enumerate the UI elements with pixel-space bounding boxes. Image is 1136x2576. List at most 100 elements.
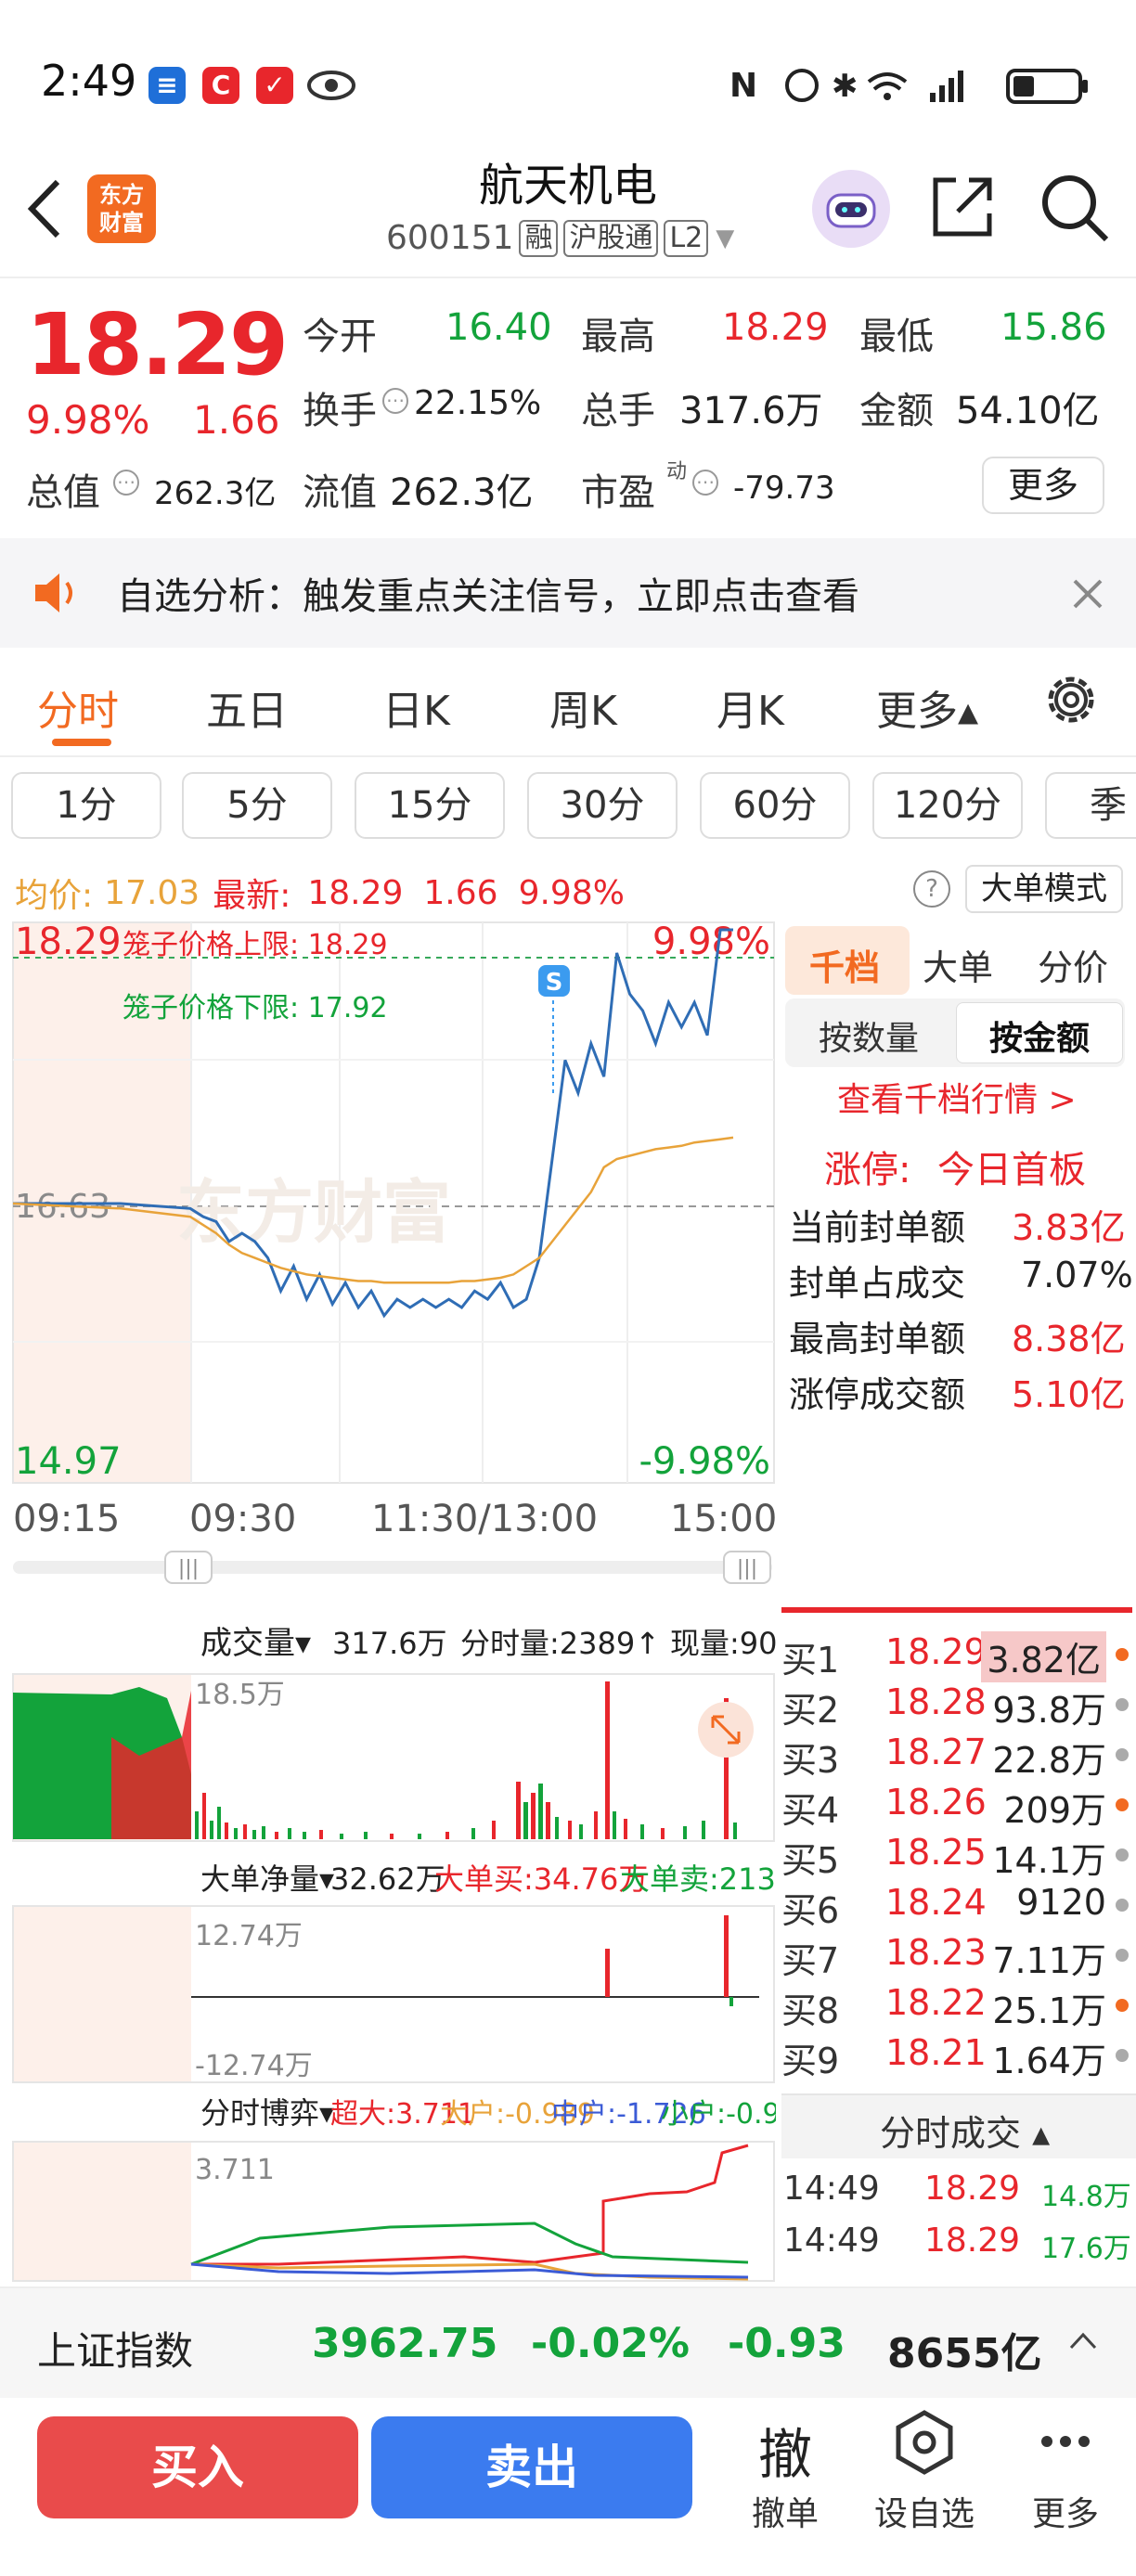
bid-level: 买3 [781, 1740, 840, 1781]
y-bottom-pct-label: -9.98% [639, 1440, 770, 1483]
bid-price: 18.29 [885, 1631, 987, 1672]
bid-volume: 22.8万 [992, 1740, 1106, 1781]
eye-icon [307, 71, 355, 100]
alert-text[interactable]: 自选分析：触发重点关注信号，立即点击查看 [117, 566, 859, 620]
app-checkmark-icon: ✓ [256, 67, 293, 104]
tick-volume: 17.6万 [1041, 2233, 1131, 2265]
high-label: 最高 [581, 316, 655, 358]
interval-120min-button[interactable]: 120分 [872, 772, 1023, 839]
watermark: 东方财富 [176, 1173, 451, 1253]
interval-quarterly-button[interactable]: 季K [1045, 772, 1136, 839]
bid-row[interactable]: 买6 18.24 9120 [781, 1882, 1132, 1932]
bid-row[interactable]: 买7 18.23 7.11万 [781, 1932, 1132, 1982]
y-bottom-label: 14.97 [15, 1440, 122, 1483]
big-order-mode-button[interactable]: 大单模式 [965, 865, 1123, 913]
by-quantity-option[interactable]: 按数量 [819, 1011, 919, 1060]
info-icon[interactable]: ⋯ [113, 470, 139, 496]
assistant-robot-icon[interactable] [809, 167, 893, 251]
tab-monthly-k[interactable]: 月K [716, 677, 784, 737]
bid-level: 买7 [781, 1940, 840, 1981]
ticks-header[interactable]: 分时成交 ▴ [880, 2105, 1050, 2156]
bid-row[interactable]: 买9 18.21 1.64万 [781, 2032, 1132, 2082]
search-icon[interactable] [1038, 171, 1112, 245]
more-dots-icon[interactable] [1039, 2428, 1091, 2455]
bid-level: 买1 [781, 1640, 840, 1681]
volume-value: 317.6万 [679, 390, 823, 432]
bid-dot [1116, 1748, 1129, 1761]
speaker-icon [35, 573, 72, 612]
share-icon[interactable] [928, 173, 997, 241]
bid-dot [1116, 1949, 1129, 1962]
bid-volume: 93.8万 [992, 1690, 1106, 1731]
amount-label: 金额 [859, 390, 934, 432]
game-selector[interactable]: 分时博弈▾ [200, 2095, 334, 2131]
big-order-net-value: 32.62万 [330, 1861, 445, 1897]
tab-price-distribution[interactable]: 分价 [1038, 939, 1108, 990]
bid-dot [1116, 1899, 1129, 1912]
watchlist-button[interactable]: 设自选 [869, 2487, 980, 2535]
index-name: 上证指数 [37, 2328, 194, 2374]
tab-five-day[interactable]: 五日 [206, 677, 288, 737]
big-order-spike [605, 1949, 610, 1997]
withdraw-icon[interactable]: 撤 [744, 2411, 826, 2489]
interval-15min-button[interactable]: 15分 [355, 772, 505, 839]
interval-1min-button[interactable]: 1分 [11, 772, 161, 839]
buy-button[interactable]: 买入 [37, 2416, 358, 2518]
limit-up-label: 涨停: [824, 1149, 911, 1191]
volume-selector[interactable]: 成交量▾ [200, 1625, 311, 1662]
active-tab-indicator [52, 739, 111, 746]
by-amount-option[interactable]: 按金额 [989, 1011, 1090, 1060]
close-icon[interactable] [1069, 575, 1106, 612]
index-bar[interactable]: 上证指数 3962.75 -0.02% -0.93 8655亿 [0, 2286, 1136, 2398]
bid-section-divider [781, 1607, 1132, 1613]
watchlist-icon[interactable] [891, 2409, 958, 2476]
more-quote-button[interactable]: 更多 [982, 457, 1104, 514]
tab-more[interactable]: 更多▴ [876, 677, 978, 737]
stock-code: 600151 [386, 219, 514, 257]
interval-30min-button[interactable]: 30分 [527, 772, 678, 839]
settings-gear-icon[interactable] [1041, 670, 1101, 729]
bid-dot [1116, 1999, 1129, 2012]
change-pct: 9.98% [26, 397, 150, 443]
info-icon[interactable]: ⋯ [692, 470, 718, 496]
bid-volume: 7.11万 [992, 1940, 1106, 1981]
bid-row[interactable]: 买4 18.26 209万 [781, 1782, 1132, 1832]
bid-row[interactable]: 买1 18.29 3.82亿 [781, 1631, 1132, 1682]
bid-row[interactable]: 买5 18.25 14.1万 [781, 1832, 1132, 1882]
tab-depth[interactable]: 千档 [809, 939, 880, 990]
big-order-selector[interactable]: 大单净量▾ [200, 1861, 334, 1897]
pe-label: 市盈 [581, 471, 655, 514]
cage-upper-label: 笼子价格上限: 18.29 [123, 929, 388, 961]
time-scrollbar[interactable] [13, 1561, 772, 1574]
interval-5min-button[interactable]: 5分 [182, 772, 332, 839]
bid-row[interactable]: 买2 18.28 93.8万 [781, 1681, 1132, 1732]
tab-weekly-k[interactable]: 周K [549, 677, 617, 737]
sell-button[interactable]: 卖出 [371, 2416, 692, 2518]
chart-info-row: 均价: 17.03 最新: 18.29 1.66 9.98% [15, 869, 625, 917]
bid-price: 18.24 [885, 1882, 987, 1923]
open-label: 今开 [303, 316, 377, 358]
tab-big-orders[interactable]: 大单 [923, 939, 993, 990]
volume-bars [13, 1681, 737, 1839]
back-icon[interactable] [22, 176, 67, 241]
stat-label: 涨停成交额 [789, 1374, 966, 1415]
bid-row[interactable]: 买3 18.27 22.8万 [781, 1732, 1132, 1782]
chevron-up-icon[interactable] [1067, 2329, 1099, 2353]
more-button[interactable]: 更多 [1010, 2487, 1121, 2535]
x-tick-label: 09:15 [13, 1498, 120, 1540]
tab-intraday[interactable]: 分时 [37, 677, 119, 737]
withdraw-button[interactable]: 撤单 [729, 2487, 841, 2535]
stat-label: 封单占成交 [789, 1263, 966, 1304]
turnover-label: 换手 [303, 390, 377, 432]
intraday-chart[interactable]: 东方财富 18.29 16.63 14.97 9.98% -9.98% 笼子价格… [0, 921, 776, 2285]
quote-panel: 18.29 9.98% 1.66 今开 16.40 最高 18.29 最低 15… [0, 278, 1136, 538]
stock-code-row[interactable]: 600151 融 沪股通 L2 ▼ [386, 219, 734, 257]
help-icon[interactable]: ? [913, 870, 950, 908]
interval-60min-button[interactable]: 60分 [700, 772, 850, 839]
total-mv-value: 262.3亿 [154, 475, 277, 512]
view-depth-link[interactable]: 查看千档行情 > [837, 1073, 1077, 1121]
tab-daily-k[interactable]: 日K [382, 677, 450, 737]
bid-row[interactable]: 买8 18.22 25.1万 [781, 1982, 1132, 2032]
bid-dot [1116, 1848, 1129, 1861]
info-icon[interactable]: ⋯ [382, 388, 408, 414]
